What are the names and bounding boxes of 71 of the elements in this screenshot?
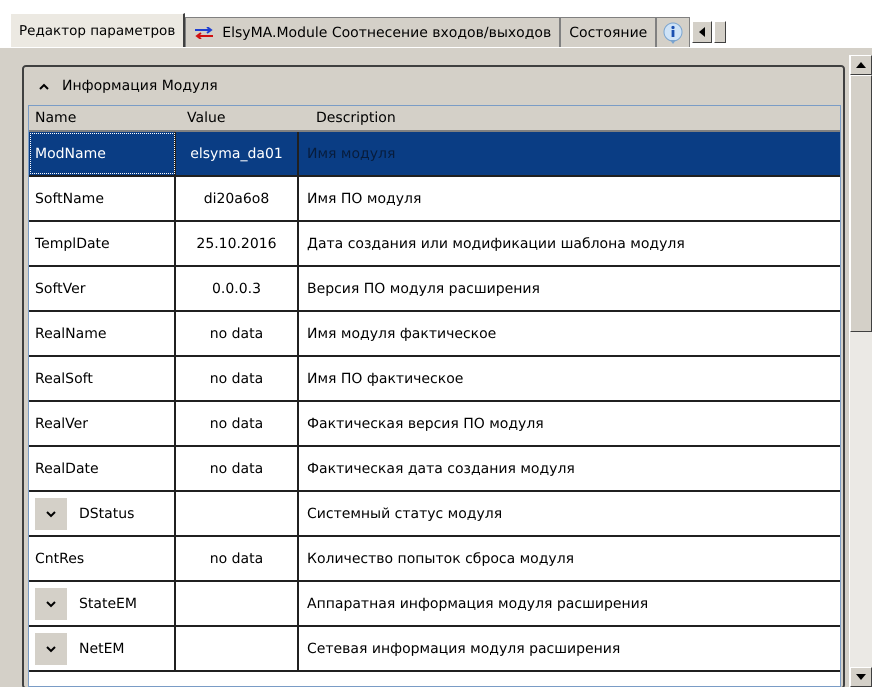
description-cell-text: Имя модуля <box>306 144 396 164</box>
description-cell-text: Аппаратная информация модуля расширения <box>306 594 650 614</box>
table-row[interactable]: DStatus Системный статус модуля <box>29 492 840 537</box>
tab[interactable] <box>656 17 690 47</box>
name-cell: RealName <box>29 312 176 355</box>
description-cell-text: Имя ПО фактическое <box>306 370 464 388</box>
table-row[interactable]: RealSoft no data Имя ПО фактическое <box>29 357 840 402</box>
column-header[interactable]: Description <box>310 106 396 130</box>
name-cell: SoftName <box>29 177 176 220</box>
scroll-left-button[interactable] <box>692 21 712 43</box>
table-row[interactable]: RealName no data Имя модуля фактическое <box>29 312 840 357</box>
left-arrow-icon <box>699 27 706 37</box>
column-header[interactable]: Name <box>29 106 181 130</box>
chevron-icon <box>38 82 50 90</box>
description-cell-text: Системный статус модуля <box>306 504 504 524</box>
tab[interactable]: ElsyMA.Module Соотнесение входов/выходов <box>185 17 560 47</box>
value-cell: 0.0.0.3 <box>176 267 299 310</box>
table-row[interactable]: TemplDate 25.10.2016 Дата создания или модификации шаблона модуля <box>29 222 840 267</box>
parameter-name: NetEM <box>79 640 124 656</box>
value-cell: di20a6o8 <box>176 177 299 220</box>
value-cell: no data <box>176 402 299 445</box>
name-cell: SoftVer <box>29 267 176 310</box>
tab[interactable]: Состояние <box>560 17 656 47</box>
down-arrow-icon <box>856 674 866 680</box>
table-row[interactable]: CntRes no data Количество попыток сброса модуля <box>29 537 840 582</box>
table-row[interactable]: SoftName di20a6o8 Имя ПО модуля <box>29 177 840 222</box>
parameter-name: StateEM <box>79 596 137 612</box>
arrows-icon <box>194 26 214 38</box>
tab[interactable]: Редактор параметров <box>10 13 186 47</box>
description-cell-text: Имя модуля фактическое <box>306 324 498 344</box>
name-cell: TemplDate <box>29 222 176 265</box>
scrollbar-thumb[interactable] <box>850 75 872 332</box>
up-arrow-icon <box>856 62 866 68</box>
value-cell: elsyma_da01 <box>176 132 299 175</box>
description-cell-text: Дата создания или модификации шаблона модуля <box>306 234 686 254</box>
table-row[interactable]: RealVer no data Фактическая версия ПО модуля <box>29 402 840 447</box>
column-header[interactable]: Value <box>181 106 310 130</box>
parameter-name: DStatus <box>79 506 134 522</box>
name-cell: RealDate <box>29 447 176 490</box>
description-cell-text: Имя ПО модуля <box>306 190 422 208</box>
scroll-up-button[interactable] <box>850 55 872 75</box>
section-header[interactable]: Информация Модуля <box>24 67 844 105</box>
description-cell-text: Фактическая дата создания модуля <box>306 460 576 478</box>
chevron-icon <box>45 600 57 608</box>
scroll-down-button[interactable] <box>850 667 872 687</box>
chevron-icon <box>45 510 57 518</box>
value-cell: no data <box>176 447 299 490</box>
description-cell-text: Количество попыток сброса модуля <box>306 550 576 568</box>
value-cell: no data <box>176 312 299 355</box>
scroll-right-button[interactable] <box>714 21 726 43</box>
value-cell: 25.10.2016 <box>176 222 299 265</box>
name-cell: ModName <box>29 132 176 175</box>
name-cell: RealSoft <box>29 357 176 400</box>
expand-button[interactable] <box>35 498 67 530</box>
name-cell: CntRes <box>29 537 176 580</box>
info-icon <box>663 22 684 44</box>
table-row[interactable]: SoftVer 0.0.0.3 Версия ПО модуля расширения <box>29 267 840 312</box>
table-row[interactable]: ModName elsyma_da01 Имя модуля <box>29 132 840 177</box>
description-cell-text: Сетевая информация модуля расширения <box>306 640 622 658</box>
name-cell: RealVer <box>29 402 176 445</box>
expand-button[interactable] <box>35 588 67 620</box>
expand-button[interactable] <box>35 632 67 664</box>
table-row[interactable]: StateEM Аппаратная информация модуля расширения <box>29 582 840 627</box>
table-row[interactable]: RealDate no data Фактическая дата создания модуля <box>29 447 840 492</box>
table-row[interactable]: NetEM Сетевая информация модуля расширения <box>29 627 840 672</box>
value-cell: no data <box>176 357 299 400</box>
description-cell-text: Версия ПО модуля расширения <box>306 280 541 298</box>
description-cell-text: Фактическая версия ПО модуля <box>306 414 545 434</box>
chevron-icon <box>45 644 57 652</box>
value-cell: no data <box>176 537 299 580</box>
vertical-scrollbar[interactable] <box>849 55 872 687</box>
